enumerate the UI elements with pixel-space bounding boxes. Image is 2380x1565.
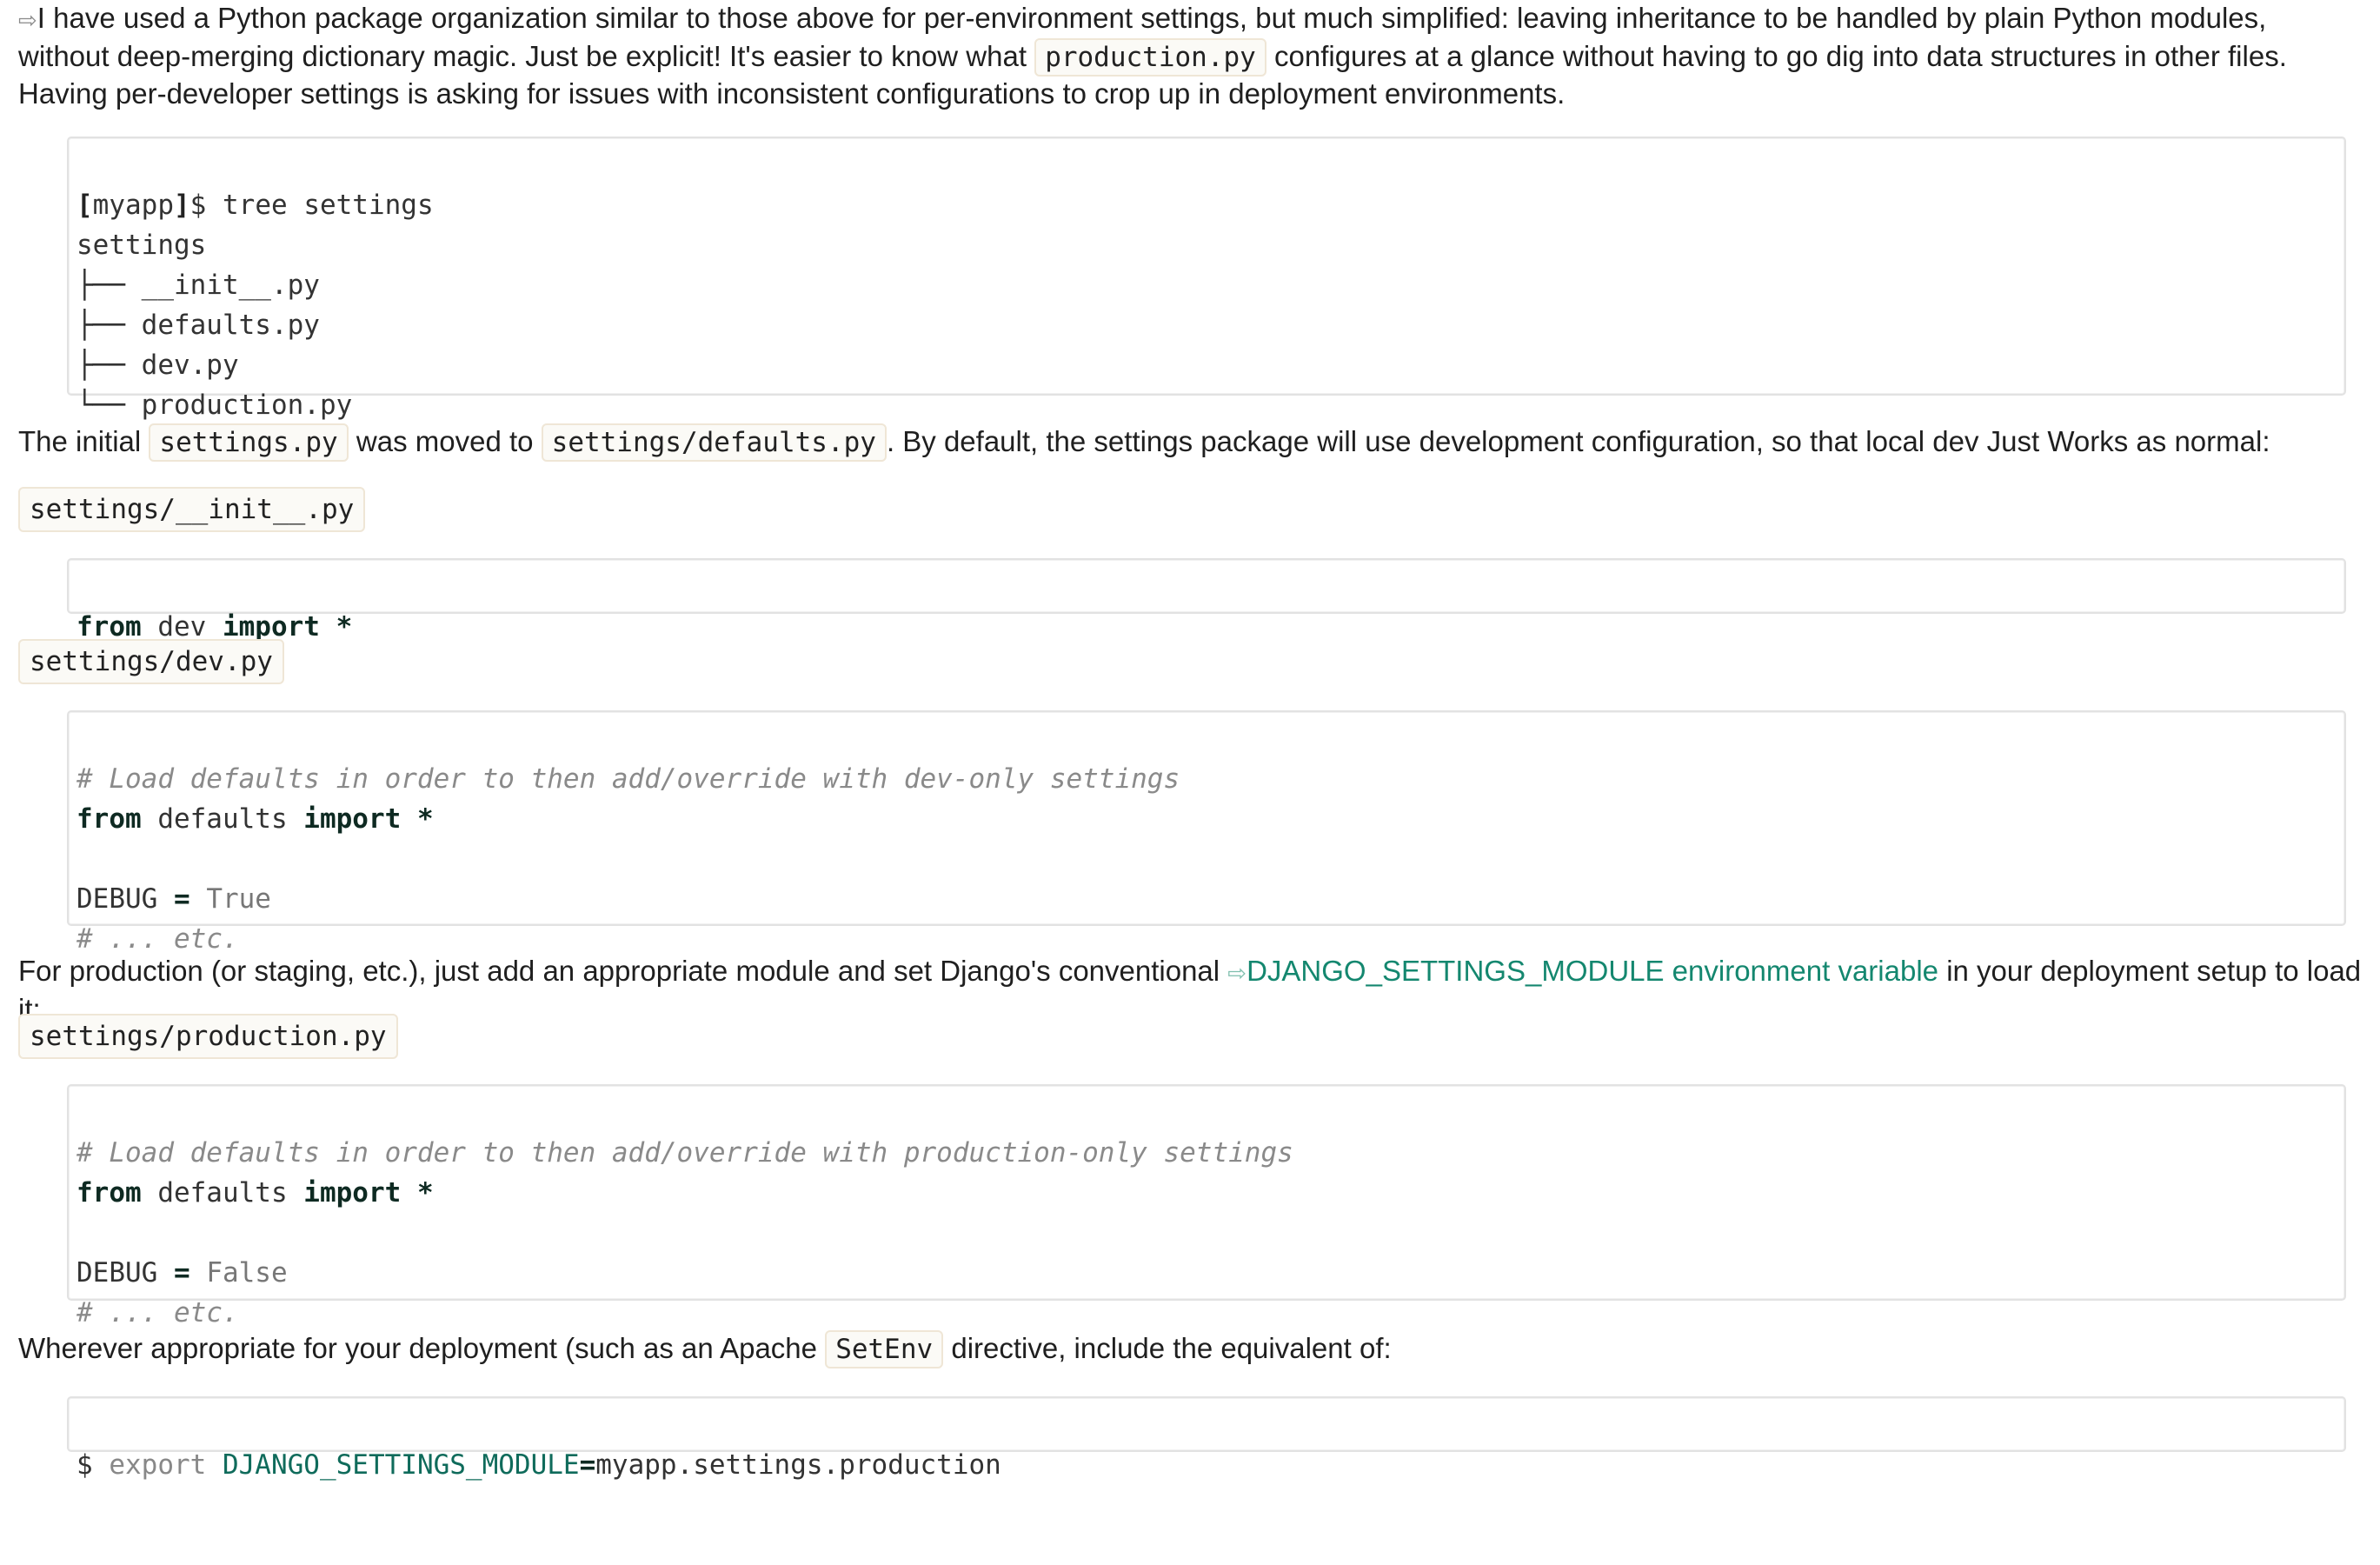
- django-settings-module-link[interactable]: ⇨DJANGO_SETTINGS_MODULE environment vari…: [1227, 955, 1938, 987]
- inline-code-production: production.py: [1034, 38, 1266, 77]
- file-label-production: settings/production.py: [18, 1014, 398, 1059]
- code-line: from dev import *: [76, 611, 353, 643]
- code-line: DEBUG = False: [76, 1257, 288, 1289]
- inline-code-settings: settings.py: [149, 423, 349, 462]
- dev-code-block: # Load defaults in order to then add/ove…: [67, 710, 2346, 955]
- export-code-block: $ export DJANGO_SETTINGS_MODULE=myapp.se…: [67, 1396, 2346, 1481]
- tree-code-block: [myapp]$ tree settings settings ├── __init…: [67, 137, 2346, 421]
- production-code-block: # Load defaults in order to then add/ove…: [67, 1084, 2346, 1329]
- paragraph-defaults-move: The initial settings.py was moved to set…: [18, 423, 2365, 462]
- code-comment: # ... etc.: [76, 1297, 239, 1329]
- external-link-icon[interactable]: ⇨: [18, 7, 37, 33]
- code-line: from defaults import *: [76, 1177, 434, 1209]
- tree-line: settings: [76, 230, 207, 261]
- code-comment: # Load defaults in order to then add/ove…: [76, 1137, 1293, 1169]
- tree-command-line: [myapp]$ tree settings: [76, 190, 434, 221]
- tree-line: ├── dev.py: [76, 350, 239, 381]
- tree-line: ├── __init__.py: [76, 270, 320, 301]
- inline-code-setenv: SetEnv: [825, 1330, 944, 1369]
- code-line: from defaults import *: [76, 803, 434, 835]
- code-line: DEBUG = True: [76, 883, 271, 915]
- paragraph-setenv: Wherever appropriate for your deployment…: [18, 1330, 2365, 1369]
- init-code-block: from dev import *: [67, 558, 2346, 643]
- external-link-icon: ⇨: [1227, 960, 1247, 986]
- intro-paragraph: ⇨I have used a Python package organizati…: [18, 0, 2365, 112]
- tree-line: └── production.py: [76, 390, 353, 421]
- file-label-init: settings/__init__.py: [18, 487, 366, 532]
- inline-code-settings-defaults: settings/defaults.py: [541, 423, 887, 462]
- tree-line: ├── defaults.py: [76, 310, 320, 341]
- file-label-dev: settings/dev.py: [18, 639, 284, 684]
- code-comment: # Load defaults in order to then add/ove…: [76, 763, 1180, 795]
- code-line: $ export DJANGO_SETTINGS_MODULE=myapp.se…: [76, 1449, 1001, 1481]
